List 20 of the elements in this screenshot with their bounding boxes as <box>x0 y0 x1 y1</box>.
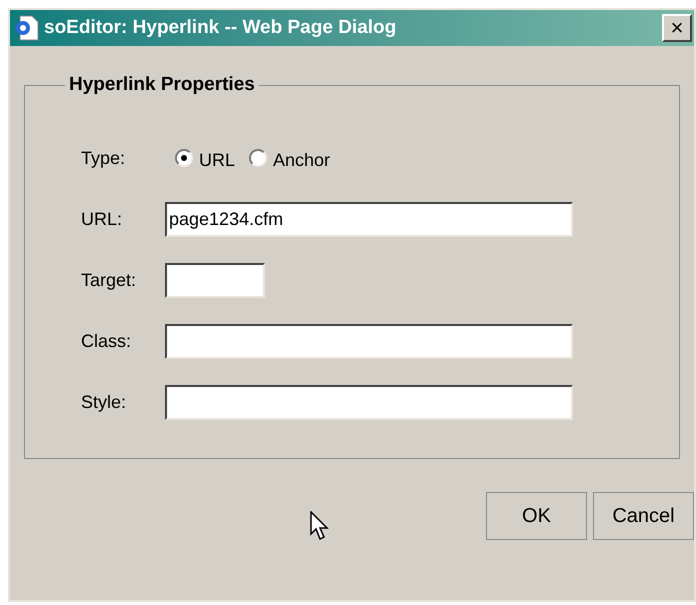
window-title: soEditor: Hyperlink -- Web Page Dialog <box>44 16 396 40</box>
radio-button[interactable] <box>175 149 193 167</box>
type-label: Type: <box>81 146 126 170</box>
dialog-button[interactable]: OK <box>486 492 587 540</box>
close-button[interactable]: × <box>662 14 692 42</box>
text-field[interactable] <box>165 262 265 298</box>
field-label: Class: <box>81 330 132 352</box>
radio-button[interactable] <box>249 149 268 167</box>
mouse-pointer-icon <box>310 511 330 541</box>
field-label: Target: <box>81 268 138 292</box>
text-field[interactable] <box>165 324 573 358</box>
dialog-button[interactable]: Cancel <box>593 492 694 540</box>
field-label: URL: <box>81 208 124 230</box>
page-icon <box>14 14 40 42</box>
text-field[interactable] <box>165 384 573 420</box>
group-legend: Hyperlink Properties <box>65 73 259 97</box>
radio-label: URL <box>199 148 236 172</box>
text-field[interactable]: page1234.cfm <box>165 202 573 236</box>
radio-label: Anchor <box>273 148 330 172</box>
field-label: Style: <box>81 390 128 414</box>
